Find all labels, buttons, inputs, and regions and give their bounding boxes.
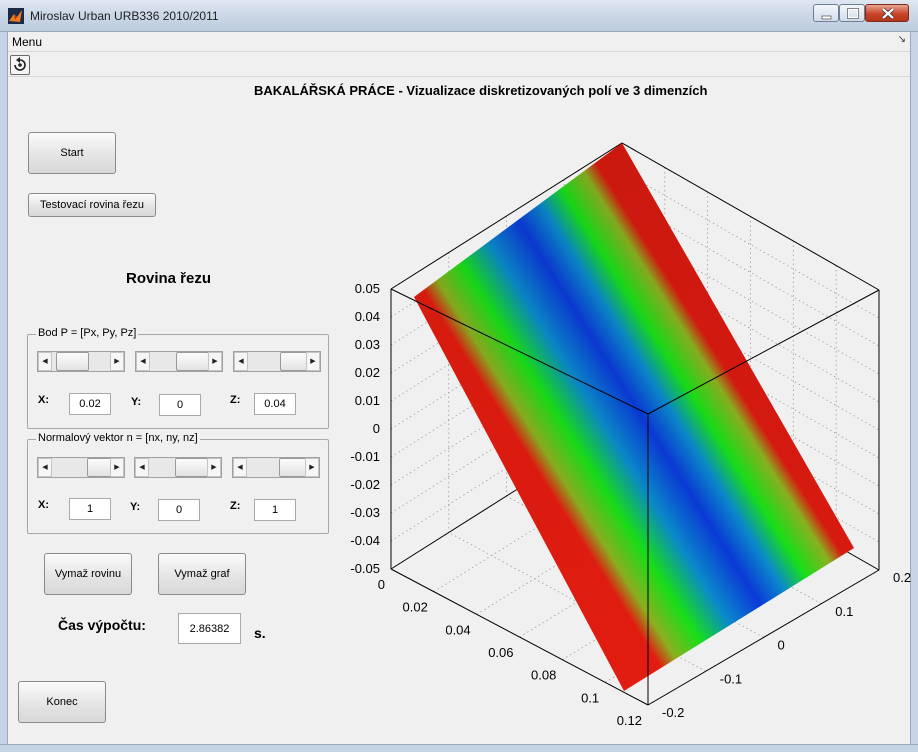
- z-tick-label: -0.02: [350, 477, 380, 492]
- x-tick-label: 0: [378, 577, 385, 592]
- y-tick-label: -0.1: [720, 671, 742, 686]
- y-tick-label: 0: [778, 638, 785, 653]
- z-tick-label: 0: [373, 421, 380, 436]
- z-tick-label: -0.04: [350, 533, 380, 548]
- x-tick-label: 0.04: [445, 622, 470, 637]
- y-tick-label: -0.2: [662, 705, 684, 720]
- surface-shading: [414, 143, 854, 691]
- surface-plot[interactable]: 0.05 0.04 0.03 0.02 0.01 0 -0.01 -0.02 -0.03 -0.0…: [0, 0, 918, 752]
- x-tick-label: 0.08: [531, 668, 556, 683]
- z-tick-label: -0.03: [350, 505, 380, 520]
- x-tick-label: 0.1: [581, 690, 599, 705]
- z-tick-label: 0.02: [355, 365, 380, 380]
- z-tick-label: 0.04: [355, 309, 380, 324]
- z-tick-label: -0.05: [350, 561, 380, 576]
- z-tick-label: 0.01: [355, 393, 380, 408]
- y-tick-label: 0.1: [835, 604, 853, 619]
- x-tick-label: 0.02: [403, 600, 428, 615]
- z-tick-label: -0.01: [350, 449, 380, 464]
- plot-content: 0.05 0.04 0.03 0.02 0.01 0 -0.01 -0.02 -0.03 -0.0…: [350, 142, 911, 728]
- x-tick-label: 0.06: [488, 645, 513, 660]
- z-tick-label: 0.03: [355, 337, 380, 352]
- y-tick-label: 0.2: [893, 570, 911, 585]
- z-tick-label: 0.05: [355, 281, 380, 296]
- x-tick-label: 0.12: [617, 713, 642, 728]
